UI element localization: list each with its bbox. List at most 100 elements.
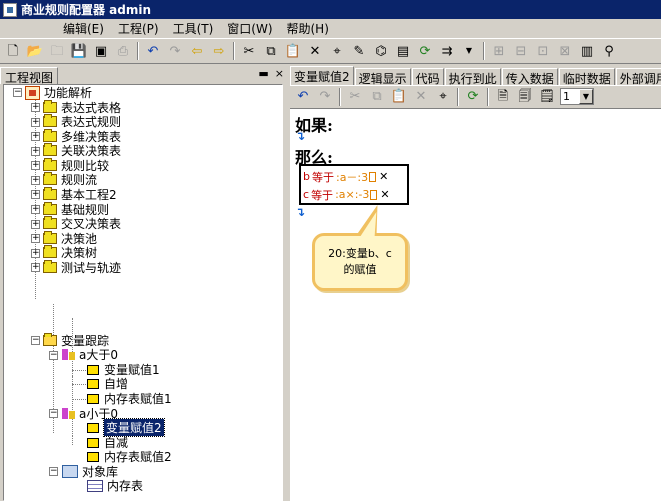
expand-toggle[interactable]: + — [31, 147, 40, 156]
tree-root[interactable]: 功能解析 — [25, 85, 92, 100]
select-icon[interactable]: ⌖ — [326, 40, 348, 62]
assign-variable[interactable]: c — [303, 188, 309, 201]
menu-tools[interactable]: 工具(T) — [166, 20, 221, 37]
insert-arrow-icon[interactable]: ↴ — [295, 129, 305, 143]
cut-icon[interactable]: ✂ — [238, 40, 260, 62]
tree-item-memtable-assign2[interactable]: 内存表赋值2 — [87, 449, 172, 464]
delete-row-icon[interactable]: ✕ — [380, 188, 389, 201]
tab-input-data[interactable]: 传入数据 — [501, 68, 558, 86]
save-icon[interactable]: 💾 — [68, 40, 90, 62]
assign-expression[interactable]: :a－:3 — [336, 169, 368, 185]
expand-toggle[interactable]: + — [31, 249, 40, 258]
deploy-icon[interactable]: ⊡ — [532, 40, 554, 62]
redo-icon[interactable]: ↷ — [314, 86, 336, 108]
delete-row-icon[interactable]: ✕ — [379, 170, 388, 183]
expand-toggle[interactable]: + — [31, 161, 40, 170]
properties-icon[interactable]: ▤ — [392, 40, 414, 62]
tab-logic-view[interactable]: 逻辑显示 — [354, 68, 411, 86]
package-icon[interactable]: ⊠ — [554, 40, 576, 62]
menu-help[interactable]: 帮助(H) — [280, 20, 336, 37]
assignment-row[interactable]: b 等于 :a－:3 ✕ — [303, 168, 388, 185]
chevron-down-icon[interactable]: ▼ — [579, 89, 593, 104]
collapse-toggle[interactable]: − — [49, 409, 58, 418]
delete-icon[interactable]: ✕ — [410, 86, 432, 108]
tab-assign2[interactable]: 变量赋值2 — [290, 66, 354, 85]
insert-arrow-icon[interactable]: ↴ — [295, 205, 305, 219]
undo-icon[interactable]: ↶ — [292, 86, 314, 108]
tab-code[interactable]: 代码 — [411, 68, 444, 86]
paste-icon[interactable]: 📋 — [282, 40, 304, 62]
assign-operator[interactable]: 等于 — [311, 187, 333, 203]
library-icon[interactable]: ▥ — [576, 40, 598, 62]
expand-toggle[interactable]: + — [31, 103, 40, 112]
binoculars-icon[interactable]: ⌬ — [370, 40, 392, 62]
assign-variable[interactable]: b — [303, 170, 310, 183]
select-icon[interactable]: ⌖ — [432, 86, 454, 108]
new-file-icon[interactable]: 🗋 — [2, 40, 24, 62]
expand-toggle[interactable]: + — [31, 118, 40, 127]
build-all-icon[interactable]: ⊟ — [510, 40, 532, 62]
tree-item-rule-flow[interactable]: 规则流 — [43, 172, 97, 187]
redo-icon[interactable]: ↷ — [164, 40, 186, 62]
expression-box[interactable] — [370, 189, 378, 200]
expand-toggle[interactable]: + — [31, 205, 40, 214]
back-arrow-icon[interactable]: ⇦ — [186, 40, 208, 62]
forward-arrow-icon[interactable]: ⇨ — [208, 40, 230, 62]
print-icon[interactable]: ⎙ — [112, 40, 134, 62]
assign-operator[interactable]: 等于 — [312, 169, 334, 185]
menu-window[interactable]: 窗口(W) — [220, 20, 279, 37]
tree-item-decision-tree[interactable]: 决策树 — [43, 245, 97, 260]
project-view-tab[interactable]: 工程视图 — [0, 67, 59, 85]
page-icon[interactable]: 🗎 — [492, 86, 514, 108]
dropdown-icon[interactable]: ▼ — [458, 40, 480, 62]
tree-item-relation-table[interactable]: 关联决策表 — [43, 143, 121, 158]
undo-icon[interactable]: ↶ — [142, 40, 164, 62]
close-file-icon[interactable]: 🗀 — [46, 40, 68, 62]
paste-icon[interactable]: 📋 — [388, 86, 410, 108]
close-icon[interactable]: × — [275, 67, 284, 80]
tab-external-call[interactable]: 外部调用 — [615, 68, 661, 86]
tree-item-group-a[interactable]: a大于0 — [62, 347, 118, 362]
build-icon[interactable]: ⊞ — [488, 40, 510, 62]
collapse-toggle[interactable]: − — [49, 467, 58, 476]
assignment-block[interactable]: b 等于 :a－:3 ✕ c 等于 :a×:-3 ✕ — [299, 164, 409, 205]
tree-item-basic-project2[interactable]: 基本工程2 — [43, 187, 117, 202]
page-select[interactable]: 1 ▼ — [560, 88, 594, 105]
assign-expression[interactable]: :a×:-3 — [335, 188, 369, 201]
tree-item-test-trace[interactable]: 测试与轨迹 — [43, 260, 121, 275]
tab-temp-data[interactable]: 临时数据 — [558, 68, 615, 86]
help-icon[interactable]: ⚲ — [598, 40, 620, 62]
assignment-row[interactable]: c 等于 :a×:-3 ✕ — [303, 186, 390, 203]
menu-edit[interactable]: 编辑(E) — [56, 20, 111, 37]
collapse-toggle[interactable]: − — [31, 336, 40, 345]
page-check-icon[interactable]: 🗒 — [536, 86, 558, 108]
refresh-icon[interactable]: ⟳ — [414, 40, 436, 62]
copy-icon[interactable]: ⧉ — [260, 40, 282, 62]
tree-item-memory-table[interactable]: 内存表 — [87, 478, 143, 493]
collapse-toggle[interactable]: − — [13, 88, 22, 97]
save-all-icon[interactable]: ▣ — [90, 40, 112, 62]
expand-toggle[interactable]: + — [31, 220, 40, 229]
tree-item-assign2[interactable]: 变量赋值2 — [87, 418, 165, 437]
expand-toggle[interactable]: + — [31, 190, 40, 199]
minimize-icon[interactable]: ▬ — [258, 67, 268, 80]
page-search-icon[interactable]: 🗐 — [514, 86, 536, 108]
tree-item-memtable-assign1[interactable]: 内存表赋值1 — [87, 391, 172, 406]
refresh-icon[interactable]: ⟳ — [462, 86, 484, 108]
tree-item-cross-table[interactable]: 交叉决策表 — [43, 216, 121, 231]
expand-toggle[interactable]: + — [31, 132, 40, 141]
delete-icon[interactable]: ✕ — [304, 40, 326, 62]
collapse-toggle[interactable]: − — [49, 351, 58, 360]
indent-icon[interactable]: ⇉ — [436, 40, 458, 62]
open-folder-icon[interactable]: 📂 — [24, 40, 46, 62]
tree-item-expression-rules[interactable]: 表达式规则 — [43, 114, 121, 129]
copy-icon[interactable]: ⧉ — [366, 86, 388, 108]
menu-project[interactable]: 工程(P) — [111, 20, 166, 37]
expand-toggle[interactable]: + — [31, 234, 40, 243]
expand-toggle[interactable]: + — [31, 176, 40, 185]
title-bar[interactable]: 商业规则配置器 admin — [0, 0, 661, 19]
expression-box[interactable] — [369, 171, 377, 182]
cut-icon[interactable]: ✂ — [344, 86, 366, 108]
tree-item-increment[interactable]: 自增 — [87, 376, 128, 391]
rule-editor-canvas[interactable]: 如果: ↴ 那么: b 等于 :a－:3 ✕ c 等于 :a×:-3 ✕ ↴ 2… — [290, 108, 661, 501]
